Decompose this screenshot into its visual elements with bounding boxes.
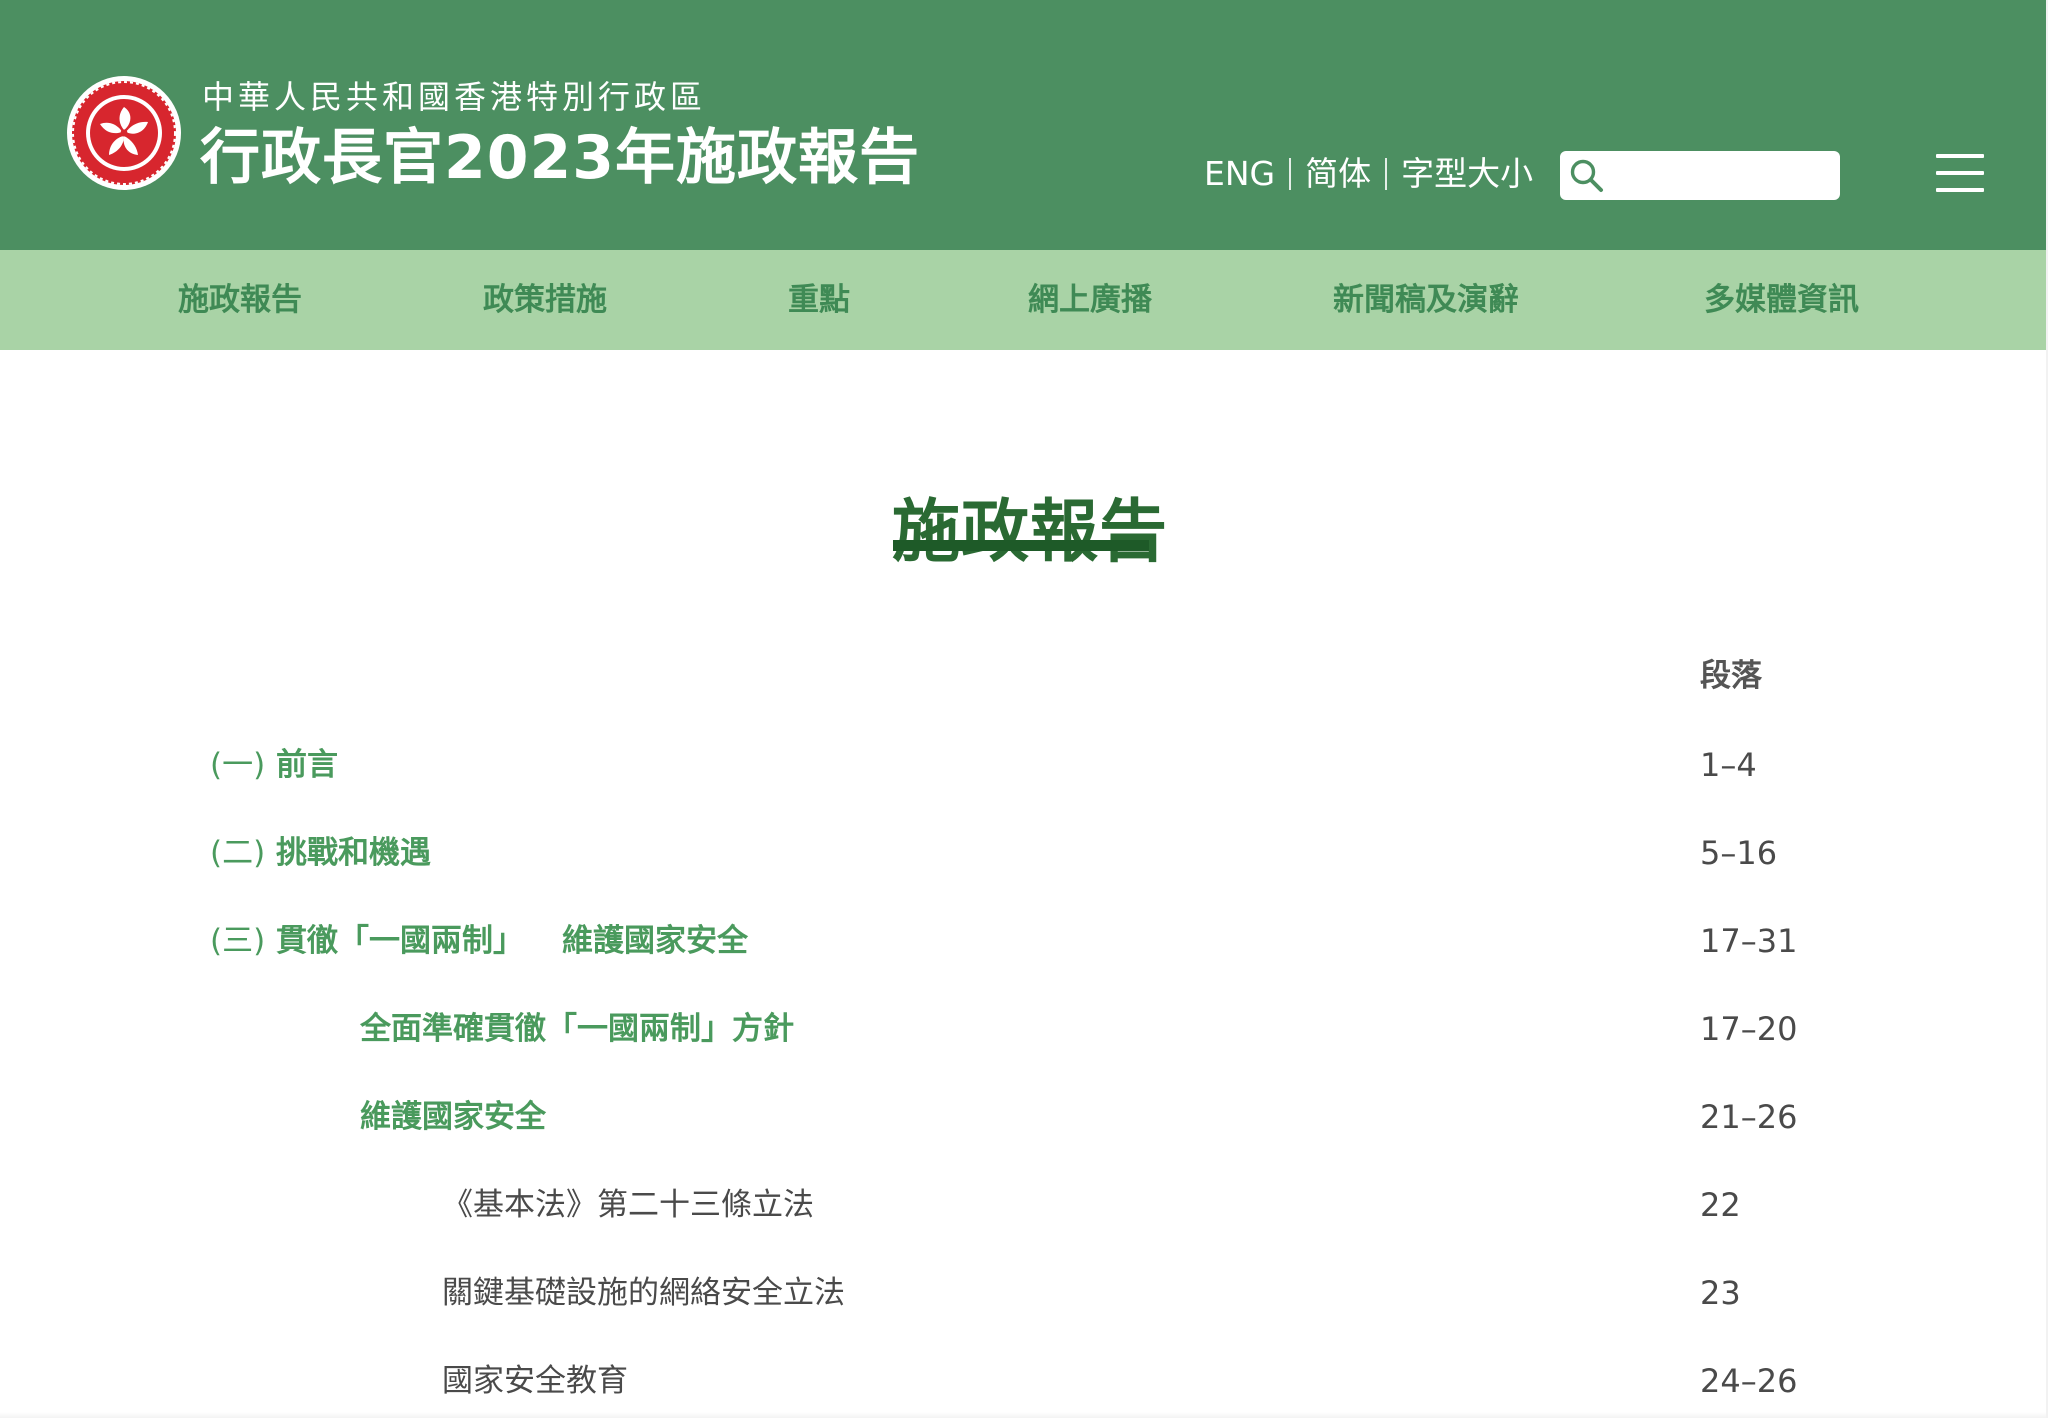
hamburger-menu-icon[interactable] xyxy=(1936,154,1984,194)
search-input[interactable] xyxy=(1610,151,1834,202)
toc-link-fully-implement-principle[interactable]: 全面準確貫徹「一國兩制」方針 xyxy=(360,1001,794,1057)
utility-separator xyxy=(1289,158,1292,190)
site-title[interactable]: 行政長官2023年施政報告 xyxy=(200,122,920,194)
font-size-link[interactable]: 字型大小 xyxy=(1401,152,1533,196)
toc-link-challenges-opportunities[interactable]: (二) 挑戰和機遇 xyxy=(210,825,431,881)
english-language-link[interactable]: ENG xyxy=(1204,152,1275,196)
hamburger-line xyxy=(1936,188,1984,192)
utility-links: ENG 简体 字型大小 xyxy=(1204,152,1533,196)
toc-number: (二) xyxy=(210,835,266,871)
nav-item-webcast[interactable]: 網上廣播 xyxy=(1028,276,1152,324)
toc-row: 全面準確貫徹「一國兩制」方針 17–20 xyxy=(0,1001,2046,1057)
toc-row: 維護國家安全 21–26 xyxy=(0,1089,2046,1145)
search-box[interactable] xyxy=(1560,151,1840,202)
search-icon[interactable] xyxy=(1568,157,1606,195)
toc-paragraph-range: 5–16 xyxy=(1700,834,1778,872)
toc-row: (二) 挑戰和機遇 5–16 xyxy=(0,825,2046,881)
toc-paragraph-range: 17–31 xyxy=(1700,922,1798,960)
hamburger-line xyxy=(1936,171,1984,175)
page-content: 中華人民共和國香港特別行政區 行政長官2023年施政報告 ENG 简体 字型大小 xyxy=(0,0,2046,1418)
toc-link-safeguard-national-security[interactable]: 維護國家安全 xyxy=(360,1089,546,1145)
nav-item-multimedia[interactable]: 多媒體資訊 xyxy=(1704,276,1859,324)
toc-row: 國家安全教育 24–26 xyxy=(0,1353,2046,1409)
main-navigation: 施政報告 政策措施 重點 網上廣播 新聞稿及演辭 多媒體資訊 xyxy=(0,250,2046,350)
toc-paragraph-range: 17–20 xyxy=(1700,1010,1798,1048)
nav-item-press-releases-speeches[interactable]: 新聞稿及演辭 xyxy=(1333,276,1519,324)
toc-paragraph-range: 22 xyxy=(1700,1186,1741,1224)
toc-paragraph-range: 21–26 xyxy=(1700,1098,1798,1136)
toc-row: 《基本法》第二十三條立法 22 xyxy=(0,1177,2046,1233)
toc-row: 關鍵基礎設施的網絡安全立法 23 xyxy=(0,1265,2046,1321)
toc-title-part-2: 維護國家安全 xyxy=(562,923,748,959)
paragraph-column-header: 段落 xyxy=(1700,658,1762,694)
site-header: 中華人民共和國香港特別行政區 行政長官2023年施政報告 ENG 简体 字型大小 xyxy=(0,0,2046,250)
toc-link-national-security-education[interactable]: 國家安全教育 xyxy=(442,1353,628,1409)
hamburger-line xyxy=(1936,154,1984,158)
toc-row: (一) 前言 1–4 xyxy=(0,737,2046,793)
toc-link-foreword[interactable]: (一) 前言 xyxy=(210,737,338,793)
bottom-shadow xyxy=(0,1412,2046,1418)
title-underline xyxy=(893,540,1149,551)
simplified-chinese-link[interactable]: 简体 xyxy=(1305,152,1371,196)
toc-number: (三) xyxy=(210,923,266,959)
toc-row: (三) 貫徹「一國兩制」 維護國家安全 17–31 xyxy=(0,913,2046,969)
toc-link-cybersecurity-legislation[interactable]: 關鍵基礎設施的網絡安全立法 xyxy=(442,1265,845,1321)
toc-link-one-country-two-systems-security[interactable]: (三) 貫徹「一國兩制」 維護國家安全 xyxy=(210,913,748,969)
government-region-title: 中華人民共和國香港特別行政區 xyxy=(202,78,707,116)
utility-separator xyxy=(1385,158,1388,190)
toc-paragraph-range: 24–26 xyxy=(1700,1362,1798,1400)
policy-address-page: 中華人民共和國香港特別行政區 行政長官2023年施政報告 ENG 简体 字型大小 xyxy=(0,0,2048,1418)
nav-item-policy-address[interactable]: 施政報告 xyxy=(178,276,302,324)
toc-title: 挑戰和機遇 xyxy=(276,835,431,871)
toc-title: 貫徹「一國兩制」 xyxy=(276,923,524,959)
hong-kong-emblem-icon[interactable] xyxy=(66,75,182,191)
toc-paragraph-range: 1–4 xyxy=(1700,746,1757,784)
toc-paragraph-range: 23 xyxy=(1700,1274,1741,1312)
toc-link-basic-law-article-23[interactable]: 《基本法》第二十三條立法 xyxy=(442,1177,814,1233)
toc-title: 前言 xyxy=(276,747,338,783)
nav-item-highlights[interactable]: 重點 xyxy=(788,276,850,324)
nav-item-policy-measures[interactable]: 政策措施 xyxy=(483,276,607,324)
page-title: 施政報告 xyxy=(892,492,1169,572)
toc-number: (一) xyxy=(210,747,266,783)
